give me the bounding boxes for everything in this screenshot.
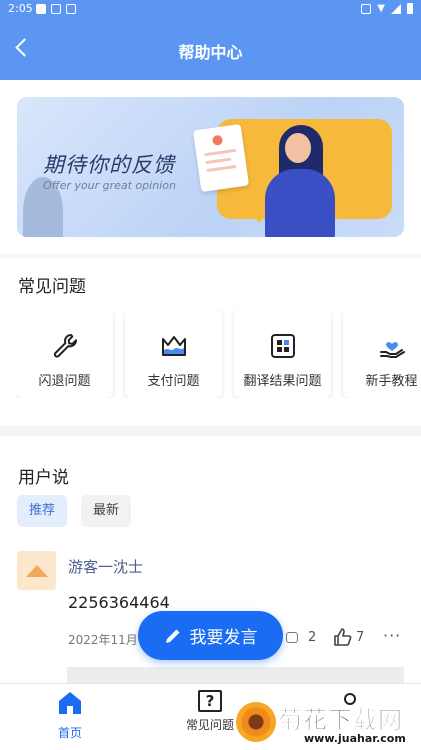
vibrate-icon: [361, 3, 372, 14]
banner-subtitle: Offer your great opinion: [43, 179, 176, 192]
app-header: 帮助中心: [0, 18, 421, 80]
watermark-title: 菊花下载网: [278, 706, 403, 735]
wifi-icon: ▼: [377, 3, 385, 14]
faq-card-translation[interactable]: 翻译结果问题: [234, 310, 331, 398]
feedback-banner[interactable]: 期待你的反馈 Offer your great opinion: [17, 97, 404, 237]
flower-logo-icon: [236, 702, 276, 742]
like-count: 7: [356, 629, 365, 645]
home-icon: [59, 692, 81, 714]
notification-icon: [36, 4, 46, 14]
notification-icon: [51, 4, 61, 14]
watermark-url: www.juahar.com: [304, 732, 406, 745]
faq-card-label: 新手教程: [365, 374, 418, 389]
document-line: [206, 164, 237, 173]
document-line: [204, 148, 237, 157]
notification-icon: [66, 4, 76, 14]
post-content: 2256364464: [68, 593, 170, 612]
thumbs-up-icon: [334, 628, 352, 646]
wrench-icon: [53, 334, 77, 358]
user-says-title: 用户说: [18, 468, 69, 488]
faq-card-payment[interactable]: 支付问题: [125, 310, 222, 398]
crown-icon: [161, 336, 186, 356]
faq-section-title: 常见问题: [18, 277, 86, 297]
faq-card-label: 支付问题: [147, 374, 200, 389]
post-date: 2022年11月: [68, 633, 138, 647]
post-username[interactable]: 游客一沈士: [68, 556, 143, 577]
comment-icon: [286, 632, 298, 643]
question-mark-icon: ?: [198, 690, 222, 712]
post-image[interactable]: [67, 667, 404, 683]
banner-title: 期待你的反馈: [43, 153, 175, 177]
faq-card-label: 翻译结果问题: [243, 374, 322, 389]
document-illustration: [192, 123, 250, 193]
faq-card-list: 闪退问题 支付问题 翻译结果问题 新手教程: [16, 310, 421, 398]
more-options-button[interactable]: ···: [383, 626, 401, 645]
pencil-icon: [165, 629, 179, 643]
heart-hand-icon: [379, 342, 405, 358]
signal-icon: [391, 3, 401, 14]
document-line: [205, 157, 232, 165]
woman-body-illustration: [265, 169, 335, 237]
nav-home-label: 首页: [57, 726, 82, 740]
faq-card-crash[interactable]: 闪退问题: [16, 310, 113, 398]
fab-label: 我要发言: [189, 628, 258, 648]
post-comment-fab[interactable]: 我要发言: [138, 611, 283, 660]
section-divider: [0, 426, 421, 436]
status-notification-icons: [36, 4, 76, 14]
avatar[interactable]: [17, 551, 56, 590]
filter-recommended-tab[interactable]: 推荐: [17, 495, 68, 527]
grid-icon: [270, 334, 295, 358]
divider: [0, 254, 421, 258]
faq-card-label: 闪退问题: [38, 374, 91, 389]
nav-home-tab[interactable]: 首页: [20, 690, 120, 741]
status-bar: 2:05 ▼: [0, 0, 421, 18]
document-avatar-dot: [211, 134, 224, 146]
status-system-icons: ▼: [361, 3, 413, 14]
banner-section: 期待你的反馈 Offer your great opinion: [0, 80, 421, 256]
page-title: 帮助中心: [178, 43, 243, 62]
status-time: 2:05: [8, 2, 33, 15]
site-watermark: 菊花下载网 www.juahar.com: [232, 700, 421, 750]
like-button[interactable]: 7: [333, 627, 364, 647]
comment-count: 2: [308, 630, 317, 645]
comment-button[interactable]: 2: [286, 630, 316, 645]
woman-head-illustration: [285, 133, 311, 163]
filter-latest-tab[interactable]: 最新: [81, 495, 132, 527]
faq-card-tutorial[interactable]: 新手教程: [343, 310, 421, 398]
battery-icon: [407, 3, 413, 14]
